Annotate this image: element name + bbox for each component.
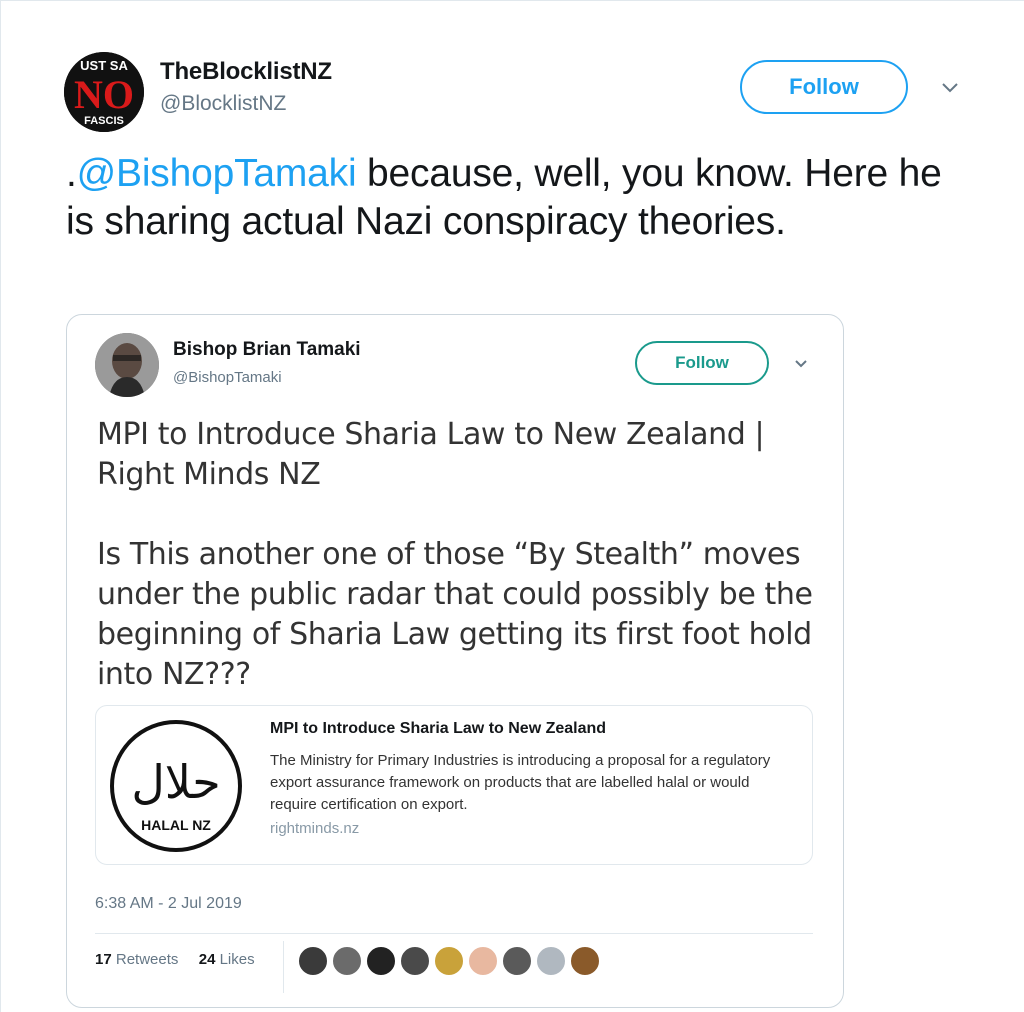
retweets-label[interactable]: Retweets bbox=[116, 951, 179, 968]
tweet-text: .@BishopTamaki because, well, you know. … bbox=[66, 150, 966, 246]
quoted-author-handle[interactable]: @BishopTamaki bbox=[173, 369, 282, 386]
quoted-paragraph-1: MPI to Introduce Sharia Law to New Zeala… bbox=[97, 417, 765, 492]
liker-avatar[interactable] bbox=[365, 945, 397, 977]
liker-avatar[interactable] bbox=[467, 945, 499, 977]
quoted-tweet[interactable]: Bishop Brian Tamaki @BishopTamaki Follow… bbox=[66, 314, 844, 1008]
liker-avatar[interactable] bbox=[297, 945, 329, 977]
tweet-timestamp[interactable]: 6:38 AM - 2 Jul 2019 bbox=[95, 895, 242, 913]
liker-avatar[interactable] bbox=[331, 945, 363, 977]
retweets-count[interactable]: 17 bbox=[95, 951, 112, 968]
chevron-down-icon[interactable] bbox=[793, 357, 809, 371]
divider bbox=[95, 933, 813, 934]
link-card-title[interactable]: MPI to Introduce Sharia Law to New Zeala… bbox=[270, 720, 606, 738]
link-preview-card[interactable]: حلال HALAL NZ MPI to Introduce Sharia La… bbox=[95, 705, 813, 865]
likes-label[interactable]: Likes bbox=[220, 951, 255, 968]
quoted-follow-button[interactable]: Follow bbox=[635, 341, 769, 385]
liker-avatar[interactable] bbox=[569, 945, 601, 977]
quoted-tweet-text: MPI to Introduce Sharia Law to New Zeala… bbox=[97, 415, 827, 735]
liker-avatar[interactable] bbox=[433, 945, 465, 977]
svg-text:HALAL NZ: HALAL NZ bbox=[141, 817, 211, 833]
likes-count[interactable]: 24 bbox=[199, 951, 216, 968]
author-name[interactable]: TheBlocklistNZ bbox=[160, 58, 332, 86]
svg-text:NO: NO bbox=[74, 72, 134, 117]
liker-avatar[interactable] bbox=[501, 945, 533, 977]
quoted-paragraph-2: Is This another one of those “By Stealth… bbox=[97, 537, 813, 692]
svg-text:FASCIS: FASCIS bbox=[84, 115, 124, 127]
author-handle[interactable]: @BlocklistNZ bbox=[160, 92, 286, 116]
divider bbox=[283, 941, 284, 993]
follow-button[interactable]: Follow bbox=[740, 60, 908, 114]
liker-avatar[interactable] bbox=[535, 945, 567, 977]
link-card-domain: rightminds.nz bbox=[270, 820, 360, 837]
liker-avatars bbox=[297, 945, 603, 977]
tweet-stats: 17 Retweets 24 Likes bbox=[95, 951, 255, 968]
halal-nz-logo: حلال HALAL NZ bbox=[108, 718, 244, 854]
svg-text:UST SA: UST SA bbox=[80, 58, 128, 73]
chevron-down-icon[interactable] bbox=[938, 78, 962, 98]
quoted-author-avatar[interactable] bbox=[95, 333, 159, 397]
mention-link[interactable]: @BishopTamaki bbox=[77, 152, 357, 195]
link-card-description: The Ministry for Primary Industries is i… bbox=[270, 752, 771, 813]
author-avatar[interactable]: UST SA NO FASCIS bbox=[64, 52, 144, 132]
text-prefix: . bbox=[66, 152, 77, 195]
liker-avatar[interactable] bbox=[399, 945, 431, 977]
quoted-author-name[interactable]: Bishop Brian Tamaki bbox=[173, 339, 361, 361]
svg-text:حلال: حلال bbox=[131, 755, 220, 809]
